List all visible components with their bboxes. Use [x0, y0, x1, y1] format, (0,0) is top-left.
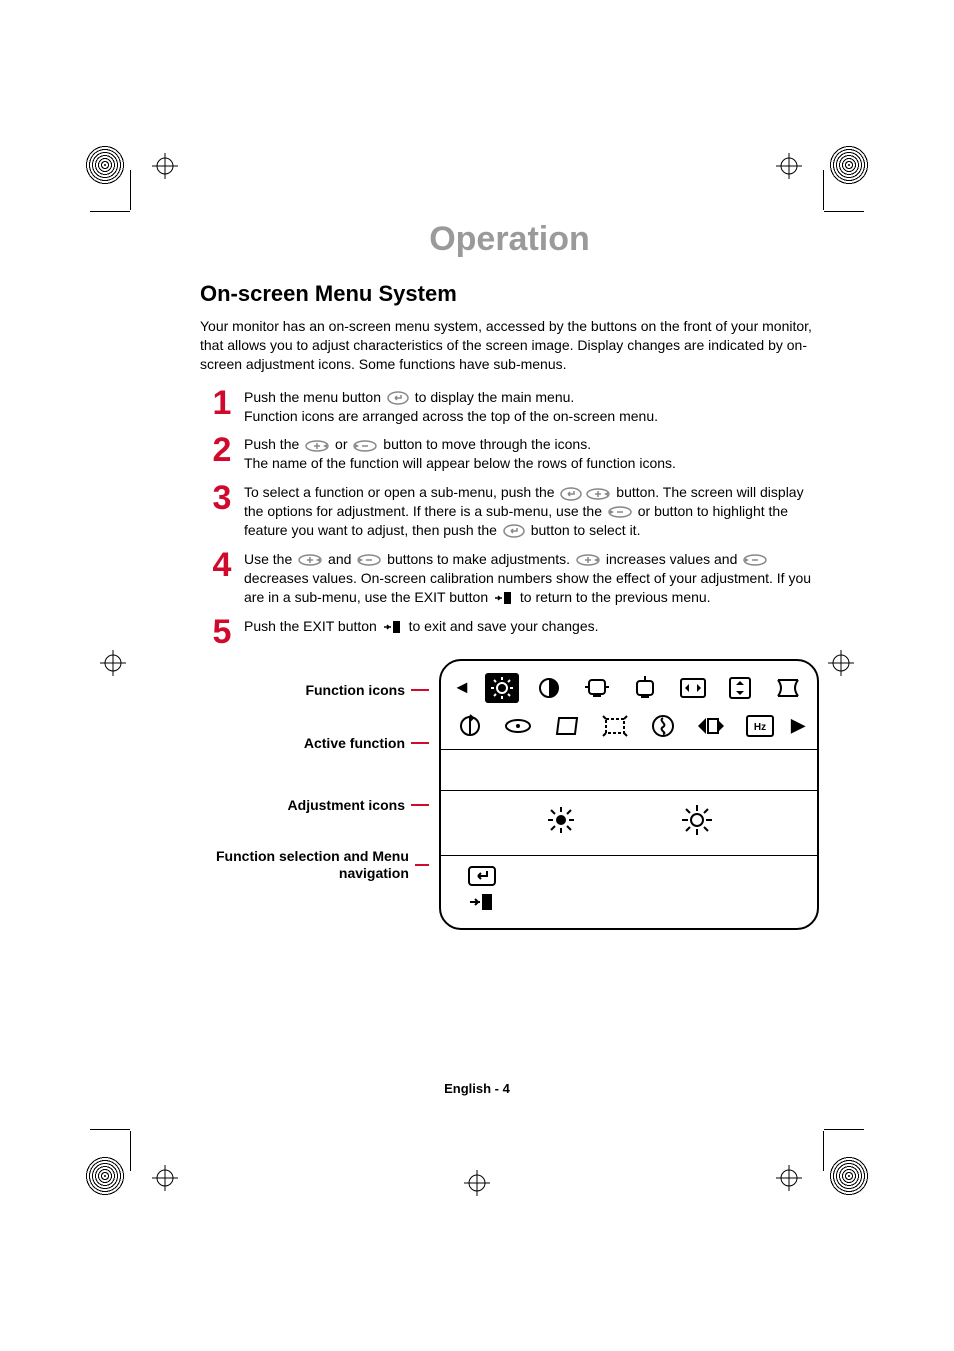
diagram-label-active-function: Active function — [304, 735, 405, 751]
step-number: 2 — [200, 433, 244, 467]
contrast-icon — [532, 673, 566, 703]
crop-mark — [90, 211, 130, 212]
registration-mark-icon — [464, 1170, 490, 1196]
section-heading: On-screen Menu System — [200, 281, 819, 307]
step-text: Push the or button to move through the i… — [244, 433, 676, 473]
registration-mark-icon — [776, 1165, 802, 1191]
moire-icon — [694, 711, 728, 741]
osd-function-icons-row-2: Hz ▶ — [453, 709, 805, 743]
zoom-icon — [598, 711, 632, 741]
crop-mark — [824, 211, 864, 212]
enter-button-icon — [387, 391, 409, 405]
step-text: To select a function or open a sub-menu,… — [244, 481, 819, 540]
step-number: 3 — [200, 481, 244, 515]
v-position-icon — [723, 673, 757, 703]
plus-button-icon — [586, 488, 610, 500]
h-position-icon — [676, 673, 710, 703]
registration-mark-icon — [828, 650, 854, 676]
svg-text:Hz: Hz — [754, 722, 766, 733]
callout-line — [415, 864, 429, 866]
hz-icon: Hz — [743, 711, 777, 741]
step-4: 4Use the and buttons to make adjustments… — [200, 548, 819, 607]
plus-button-icon — [298, 554, 322, 566]
crop-mark — [130, 1131, 131, 1171]
crop-mark — [130, 170, 131, 210]
h-size-icon — [580, 673, 614, 703]
registration-mark-icon — [152, 153, 178, 179]
crop-mark — [823, 170, 824, 210]
osd-divider — [441, 749, 817, 750]
crop-mark — [90, 1129, 130, 1130]
minus-button-icon — [743, 554, 767, 566]
step-number: 4 — [200, 548, 244, 582]
parallelogram-icon — [550, 711, 584, 741]
registration-rosette-icon — [85, 1156, 125, 1196]
enter-button-icon — [467, 866, 497, 886]
registration-rosette-icon — [829, 145, 869, 185]
osd-panel: ◄ Hz ▶ — [439, 659, 819, 930]
osd-function-icons-row-1: ◄ — [453, 671, 805, 705]
osd-active-function-row — [453, 756, 805, 784]
brightness-low-icon — [546, 805, 576, 840]
step-number: 5 — [200, 615, 244, 649]
exit-button-icon — [467, 892, 497, 912]
callout-line — [411, 689, 429, 691]
callout-line — [411, 804, 429, 806]
enter-button-icon — [560, 487, 582, 501]
page-footer: English - 4 — [0, 1081, 954, 1096]
registration-mark-icon — [776, 153, 802, 179]
registration-mark-icon — [100, 650, 126, 676]
diagram-label-function-nav: Function selection and Menu navigation — [200, 848, 409, 880]
minus-button-icon — [353, 440, 377, 452]
brightness-high-icon — [681, 804, 713, 841]
step-text: Push the menu button to display the main… — [244, 386, 658, 426]
step-1: 1Push the menu button to display the mai… — [200, 386, 819, 426]
diagram-label-adjustment-icons: Adjustment icons — [288, 797, 405, 813]
registration-rosette-icon — [85, 145, 125, 185]
minus-button-icon — [357, 554, 381, 566]
registration-rosette-icon — [829, 1156, 869, 1196]
step-text: Push the EXIT button to exit and save yo… — [244, 615, 599, 636]
step-3: 3To select a function or open a sub-menu… — [200, 481, 819, 540]
degauss-icon — [646, 711, 680, 741]
left-arrow-icon: ◄ — [453, 677, 471, 698]
exit-button-icon — [383, 620, 403, 634]
tilt-icon — [501, 711, 535, 741]
crop-mark — [824, 1129, 864, 1130]
plus-button-icon — [305, 440, 329, 452]
pincushion-icon — [771, 673, 805, 703]
diagram-label-function-icons: Function icons — [305, 682, 405, 698]
callout-line — [411, 742, 429, 744]
step-5: 5Push the EXIT button to exit and save y… — [200, 615, 819, 649]
step-number: 1 — [200, 386, 244, 420]
osd-divider — [441, 855, 817, 856]
crop-mark — [823, 1131, 824, 1171]
rotation-icon — [453, 711, 487, 741]
plus-button-icon — [576, 554, 600, 566]
step-2: 2Push the or button to move through the … — [200, 433, 819, 473]
intro-text: Your monitor has an on-screen menu syste… — [200, 317, 819, 374]
registration-mark-icon — [152, 1165, 178, 1191]
right-arrow-icon: ▶ — [791, 715, 805, 736]
page-title: Operation — [200, 220, 819, 259]
osd-navigation-row — [453, 862, 805, 916]
osd-divider — [441, 790, 817, 791]
v-size-icon — [628, 673, 662, 703]
minus-button-icon — [608, 506, 632, 518]
exit-button-icon — [494, 591, 514, 605]
enter-button-icon — [503, 524, 525, 538]
brightness-icon — [485, 673, 519, 703]
osd-adjustment-row — [453, 797, 805, 849]
step-text: Use the and buttons to make adjustments.… — [244, 548, 819, 607]
